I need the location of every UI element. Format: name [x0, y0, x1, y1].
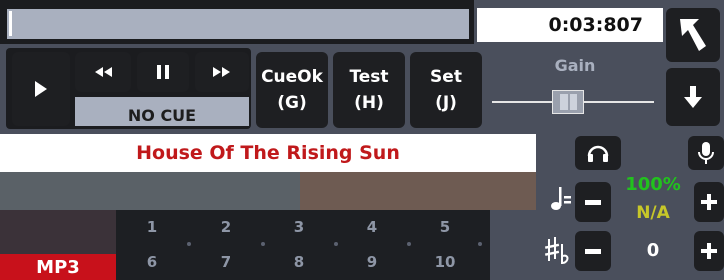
load-next-button[interactable] [666, 68, 720, 126]
pitch-minus-button[interactable] [575, 231, 611, 271]
cue-ok-label: CueOk [261, 67, 323, 87]
gain-slider-thumb[interactable] [551, 90, 584, 114]
fast-forward-icon [213, 67, 230, 77]
plus-icon [701, 243, 717, 259]
key-sharp-flat-icon [544, 236, 570, 266]
waveform-overview[interactable] [0, 172, 536, 210]
hotcue-separator [334, 242, 338, 246]
tempo-percent: 100% [625, 174, 681, 195]
hotcue-2[interactable]: 2 [200, 215, 252, 239]
hotcue-7[interactable]: 7 [200, 250, 252, 274]
tempo-plus-button[interactable] [694, 182, 724, 222]
hotcue-1[interactable]: 1 [126, 215, 178, 239]
fast-forward-button[interactable] [195, 52, 249, 92]
microphone-button[interactable] [688, 136, 724, 170]
set-button[interactable]: Set (J) [410, 52, 482, 128]
rewind-button[interactable] [75, 52, 131, 92]
hotcue-separator [261, 242, 265, 246]
hotcue-10[interactable]: 10 [419, 250, 471, 274]
down-arrow-icon [684, 86, 702, 108]
play-icon [35, 81, 47, 97]
tempo-note-icon [550, 184, 572, 212]
set-label: Set [430, 67, 462, 87]
hotcue-4[interactable]: 4 [346, 215, 398, 239]
hotcue-8[interactable]: 8 [273, 250, 325, 274]
pause-icon [157, 65, 169, 79]
eject-button[interactable] [666, 8, 720, 62]
play-button[interactable] [12, 52, 70, 126]
tempo-minus-button[interactable] [575, 182, 611, 222]
playhead-marker [9, 11, 12, 36]
test-label: Test [349, 67, 389, 87]
test-shortcut: (H) [354, 93, 384, 113]
test-button[interactable]: Test (H) [333, 52, 405, 128]
pitch-plus-button[interactable] [694, 231, 724, 271]
cue-ok-button[interactable]: CueOk (G) [256, 52, 328, 128]
hotcue-3[interactable]: 3 [273, 215, 325, 239]
eject-arrow-icon [680, 19, 706, 51]
cue-ok-shortcut: (G) [277, 93, 307, 113]
plus-icon [701, 194, 717, 210]
set-shortcut: (J) [435, 93, 457, 113]
track-title: House Of The Rising Sun [0, 134, 536, 172]
hotcue-6[interactable]: 6 [126, 250, 178, 274]
microphone-icon [698, 142, 714, 164]
gain-label: Gain [554, 56, 596, 75]
headphones-button[interactable] [575, 136, 621, 170]
headphones-icon [587, 145, 609, 162]
hotcue-5[interactable]: 5 [419, 215, 471, 239]
cue-status: NO CUE [75, 97, 249, 126]
pitch-value: 0 [646, 240, 660, 261]
progress-bar[interactable] [0, 0, 474, 44]
time-display: 0:03:807 [477, 8, 663, 42]
key-value: N/A [636, 203, 670, 223]
minus-icon [585, 199, 601, 205]
hotcue-separator [478, 242, 482, 246]
hotcue-9[interactable]: 9 [346, 250, 398, 274]
format-badge: MP3 [0, 254, 116, 280]
deck-player: { "colors": { "background": "#4a4f5c", "… [0, 0, 724, 280]
rewind-icon [95, 67, 112, 77]
hotcue-separator [187, 242, 191, 246]
minus-icon [585, 248, 601, 254]
pause-button[interactable] [137, 52, 189, 92]
hotcue-separator [407, 242, 411, 246]
